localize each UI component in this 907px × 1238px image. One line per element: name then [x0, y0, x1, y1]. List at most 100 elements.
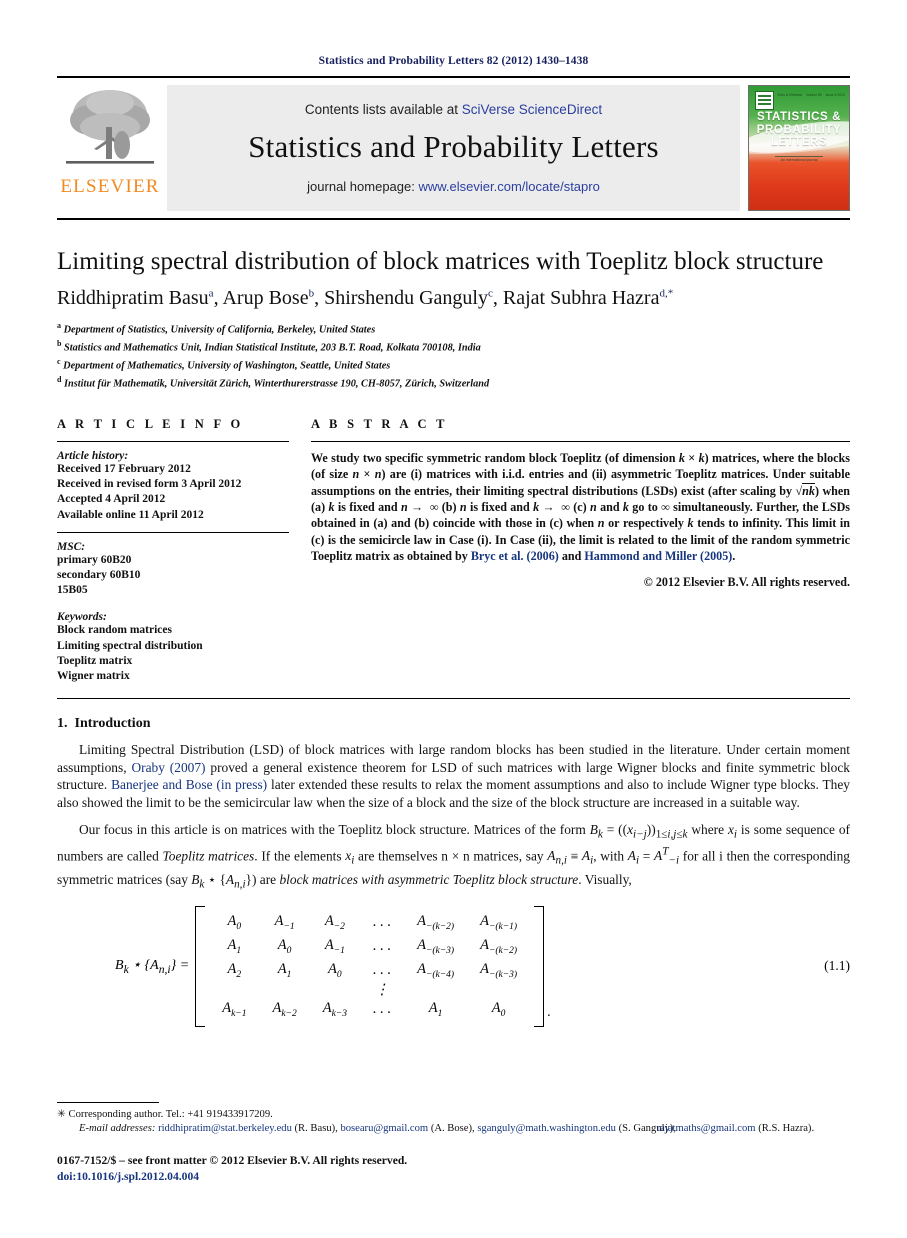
matrix-cell-4-3: . . . — [372, 1001, 392, 1018]
keyword-0: Block random matrices — [57, 624, 172, 637]
journal-homepage-link[interactable]: www.elsevier.com/locate/stapro — [418, 179, 599, 194]
abstract-copyright: © 2012 Elsevier B.V. All rights reserved… — [643, 575, 850, 590]
author-3-marks: d,* — [659, 287, 674, 300]
msc-label: MSC: — [57, 540, 86, 553]
footnote-rule — [57, 1101, 159, 1103]
matrix-cell-2-0: A2 — [227, 961, 242, 981]
imprint-block: 0167-7152/$ – see front matter © 2012 El… — [57, 1153, 850, 1184]
journal-cover-thumbnail: Texts & Methods Volume 82 Issue 8 2012 S… — [748, 85, 850, 211]
asterisk-icon: ✳ — [57, 1108, 66, 1120]
matrix-cell-4-2: Ak−3 — [322, 1000, 347, 1019]
matrix-cell-2-2: A0 — [328, 961, 342, 981]
cover-footer-text: An international journal — [780, 158, 818, 162]
email-label: E-mail addresses: — [79, 1122, 156, 1134]
affiliation-a-mark: a — [57, 321, 61, 330]
cover-title: STATISTICS & PROBABILITY LETTERS — [749, 111, 849, 149]
article-info-column: A R T I C L E I N F O Article history: R… — [57, 417, 289, 684]
contents-prefix: Contents lists available at — [304, 102, 462, 117]
cover-top-label-1: Volume 82 — [805, 93, 822, 97]
article-history-revised: Received in revised form 3 April 2012 — [57, 478, 242, 491]
msc-secondary: secondary 60B10 — [57, 569, 141, 582]
corresponding-author-text: Corresponding author. Tel.: +41 91943391… — [68, 1108, 273, 1120]
running-head: Statistics and Probability Letters 82 (2… — [318, 55, 589, 67]
citation-hammond-miller-link[interactable]: Hammond and Miller (2005) — [584, 549, 732, 563]
matrix-cell-1-0: A1 — [227, 937, 242, 957]
sciencedirect-link[interactable]: SciVerse ScienceDirect — [462, 102, 602, 117]
author-0: Riddhipratim Basu — [57, 287, 209, 309]
article-history-accepted: Accepted 4 April 2012 — [57, 493, 166, 506]
matrix-cell-1-1: A0 — [277, 937, 292, 957]
journal-masthead: ELSEVIER Contents lists available at Sci… — [57, 85, 850, 211]
citation-oraby-link[interactable]: Oraby (2007) — [131, 760, 205, 775]
doi-link[interactable]: doi:10.1016/j.spl.2012.04.004 — [57, 1169, 850, 1184]
email-link-0[interactable]: riddhipratim@stat.berkeley.edu — [158, 1123, 292, 1134]
journal-title: Statistics and Probability Letters — [248, 129, 659, 164]
affiliation-d-mark: d — [57, 375, 62, 385]
article-info-heading: A R T I C L E I N F O — [57, 417, 244, 432]
abstract-bottom-rule — [57, 698, 850, 700]
info-abstract-row: A R T I C L E I N F O Article history: R… — [57, 417, 850, 684]
elsevier-wordmark: ELSEVIER — [60, 176, 160, 197]
matrix-cell-4-4: A1 — [428, 1000, 443, 1019]
email-wrap: rajatmaths@gmail.com (R.S. Hazra). — [656, 1122, 815, 1134]
affiliation-b-mark: b — [57, 339, 62, 349]
citation-banerjee-bose-link[interactable]: Banerjee and Bose (in press) — [111, 777, 267, 792]
matrix-vertical-ellipsis: ⋮ — [374, 982, 390, 999]
equation-1-1: Bk ⋆ {An,i} = A0 A−1 A−2 . . . A−(k−2) A… — [57, 905, 850, 1027]
elsevier-logo: ELSEVIER — [57, 85, 163, 211]
cover-title-line-1: STATISTICS & — [756, 111, 842, 123]
email-link-2[interactable]: sganguly@math.washington.edu — [477, 1123, 616, 1134]
article-history-label: Article history: — [57, 450, 129, 463]
matrix-bracket-right — [534, 905, 545, 1027]
matrix-cell-4-0: Ak−1 — [222, 1000, 247, 1019]
affiliation-b-text: Statistics and Mathematics Unit, Indian … — [64, 342, 481, 354]
matrix-cell-2-1: A1 — [277, 961, 292, 981]
matrix-cell-0-2: A−2 — [324, 913, 345, 933]
footnote-email-addresses: E-mail addresses: riddhipratim@stat.berk… — [79, 1122, 815, 1134]
keywords-label: Keywords: — [57, 611, 107, 624]
contents-available-line: Contents lists available at SciVerse Sci… — [305, 98, 602, 117]
cover-top-label-0: Texts & Methods — [777, 93, 803, 97]
msc-rule — [57, 531, 289, 533]
matrix-cell-1-5: A−(k−2) — [480, 937, 518, 957]
author-3: Rajat Subhra Hazra — [502, 287, 660, 309]
matrix-row-2: A2 A1 A0 . . . A−(k−4) A−(k−3) — [209, 959, 530, 983]
elsevier-tree-icon — [66, 90, 154, 164]
author-2: Shirshendu Ganguly — [324, 287, 488, 309]
abstract-heading: A B S T R A C T — [311, 417, 448, 432]
cover-top-label-2: Issue 8 2012 — [825, 93, 845, 97]
cover-elsevier-mark-icon — [755, 91, 774, 110]
homepage-prefix: journal homepage: — [307, 179, 419, 194]
email-link-1[interactable]: bosearu@gmail.com — [340, 1123, 428, 1134]
msc-primary: primary 60B20 — [57, 553, 132, 566]
author-list: Riddhipratim Basua, Arup Boseb, Shirshen… — [57, 287, 674, 309]
affiliation-list: a Department of Statistics, University o… — [57, 319, 850, 391]
matrix-cell-1-3: . . . — [372, 938, 392, 955]
affiliation-a: a Department of Statistics, University o… — [57, 319, 850, 337]
intro-paragraph-1: Limiting Spectral Distribution (LSD) of … — [57, 742, 850, 811]
equation-trailing-punctuation: . — [547, 1004, 551, 1020]
keyword-3: Wigner matrix — [57, 670, 130, 683]
matrix-row-0: A0 A−1 A−2 . . . A−(k−2) A−(k−1) — [209, 911, 530, 935]
affiliation-d-text: Institut für Mathematik, Universität Zür… — [64, 378, 490, 390]
author-2-marks: c — [487, 287, 493, 300]
email-link-3[interactable]: rajatmaths@gmail.com — [657, 1123, 756, 1134]
affiliation-d: d Institut für Mathematik, Universität Z… — [57, 373, 850, 391]
matrix-cell-1-4: A−(k−3) — [417, 937, 455, 957]
section-heading-introduction: 1. Introduction — [57, 716, 850, 732]
journal-homepage-line: journal homepage: www.elsevier.com/locat… — [307, 179, 600, 198]
msc-extra: 15B05 — [57, 584, 88, 597]
footnote-corresponding-author: ✳ Corresponding author. Tel.: +41 919433… — [57, 1108, 850, 1122]
matrix-cell-4-1: Ak−2 — [272, 1000, 297, 1019]
citation-bryc-link[interactable]: Bryc et al. (2006) — [471, 549, 559, 563]
matrix-display: A0 A−1 A−2 . . . A−(k−2) A−(k−1) A1 A0 A… — [195, 905, 545, 1027]
matrix-cell-2-5: A−(k−3) — [480, 961, 518, 981]
abstract-text: We study two specific symmetric random b… — [311, 451, 851, 563]
matrix-cell-4-5: A0 — [491, 1000, 506, 1019]
header-rule-bottom — [57, 218, 850, 220]
equation-left-side: Bk ⋆ {An,i} = — [115, 957, 190, 976]
page-title: Limiting spectral distribution of block … — [57, 248, 824, 275]
cover-title-line-3: LETTERS — [770, 136, 828, 148]
matrix-cell-2-4: A−(k−4) — [417, 961, 455, 981]
